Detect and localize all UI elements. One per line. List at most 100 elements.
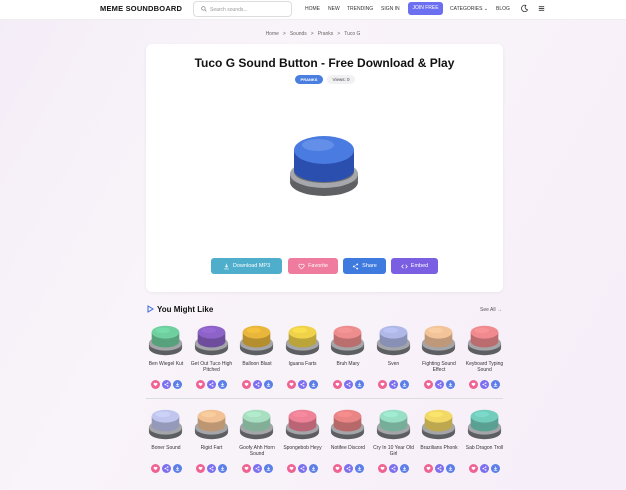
page-title: Tuco G Sound Button - Free Download & Pl…	[194, 56, 455, 70]
favorite-icon[interactable]	[332, 464, 342, 473]
share-button[interactable]: Share	[343, 258, 386, 274]
favorite-icon[interactable]	[469, 464, 478, 473]
download-icon[interactable]	[400, 380, 409, 389]
download-icon[interactable]	[218, 380, 227, 389]
sound-button[interactable]	[147, 407, 184, 442]
sound-actions	[281, 380, 325, 389]
sound-button[interactable]	[238, 407, 275, 442]
share-icon[interactable]	[434, 464, 444, 473]
share-icon[interactable]	[252, 464, 262, 473]
download-mp3-button[interactable]: Download MP3	[211, 258, 282, 274]
share-icon[interactable]	[161, 464, 171, 473]
search-input[interactable]	[210, 4, 288, 15]
sound-button[interactable]	[420, 323, 457, 358]
embed-button[interactable]: Embed	[391, 258, 438, 274]
sound-play-button[interactable]	[288, 134, 360, 202]
favorite-icon[interactable]	[332, 380, 342, 389]
related-sound-item: Fighting Sound Effect	[417, 323, 461, 395]
download-icon[interactable]	[263, 380, 273, 389]
share-icon[interactable]	[389, 464, 398, 473]
sound-button[interactable]	[284, 407, 321, 442]
download-icon[interactable]	[172, 380, 182, 389]
menu-icon[interactable]	[537, 4, 546, 13]
favorite-icon[interactable]	[196, 380, 205, 389]
sound-button[interactable]	[329, 407, 366, 442]
download-icon[interactable]	[354, 380, 364, 389]
sound-button[interactable]	[375, 407, 412, 442]
breadcrumb-home[interactable]: Home	[266, 31, 279, 37]
sound-button[interactable]	[329, 323, 366, 358]
sound-actions	[326, 380, 370, 389]
categories-label: CATEGORIES	[450, 6, 483, 12]
share-icon[interactable]	[389, 380, 398, 389]
download-label: Download MP3	[232, 263, 271, 269]
sound-button[interactable]	[466, 407, 503, 442]
download-icon[interactable]	[491, 380, 500, 389]
favorite-icon[interactable]	[287, 380, 296, 389]
nav-home[interactable]: HOME	[305, 6, 320, 12]
sound-button[interactable]	[284, 323, 321, 358]
join-free-button[interactable]: JOIN FREE	[408, 2, 443, 15]
sound-label: Fighting Sound Effect	[422, 361, 456, 373]
share-label: Share	[362, 263, 377, 269]
breadcrumb-pranks[interactable]: Pranks	[318, 31, 334, 37]
share-icon[interactable]	[252, 380, 262, 389]
sound-label: Brazilians Phonk	[420, 445, 458, 451]
see-all-link[interactable]: See All →	[480, 307, 502, 313]
download-icon[interactable]	[172, 464, 182, 473]
download-icon[interactable]	[218, 464, 227, 473]
sound-actions	[281, 464, 325, 473]
share-icon[interactable]	[343, 464, 353, 473]
download-icon[interactable]	[400, 464, 409, 473]
breadcrumb-sounds[interactable]: Sounds	[290, 31, 307, 37]
download-icon[interactable]	[263, 464, 273, 473]
download-icon[interactable]	[309, 464, 318, 473]
nav-trending[interactable]: TRENDING	[347, 6, 373, 12]
download-icon[interactable]	[445, 464, 455, 473]
share-icon[interactable]	[207, 464, 216, 473]
download-icon[interactable]	[445, 380, 455, 389]
sound-button[interactable]	[193, 407, 230, 442]
sound-button[interactable]	[466, 323, 503, 358]
favorite-icon[interactable]	[287, 464, 296, 473]
nav-new[interactable]: NEW	[328, 6, 340, 12]
sound-button[interactable]	[375, 323, 412, 358]
code-icon	[400, 264, 408, 268]
related-sound-item: Brazilians Phonk	[417, 407, 461, 479]
favorite-icon[interactable]	[241, 380, 251, 389]
categories-dropdown[interactable]: CATEGORIES ⌄	[450, 6, 488, 12]
share-icon[interactable]	[298, 380, 307, 389]
sound-button[interactable]	[420, 407, 457, 442]
share-icon[interactable]	[161, 380, 171, 389]
moon-icon[interactable]	[520, 4, 529, 13]
share-icon[interactable]	[298, 464, 307, 473]
favorite-icon[interactable]	[469, 380, 478, 389]
share-icon[interactable]	[480, 464, 489, 473]
favorite-icon[interactable]	[150, 464, 160, 473]
download-icon[interactable]	[309, 380, 318, 389]
favorite-icon[interactable]	[241, 464, 251, 473]
share-icon[interactable]	[434, 380, 444, 389]
favorite-button[interactable]: Favorite	[288, 258, 338, 274]
favorite-icon[interactable]	[150, 380, 160, 389]
favorite-icon[interactable]	[378, 380, 387, 389]
favorite-icon[interactable]	[423, 380, 433, 389]
category-badge[interactable]: PRANKS	[295, 75, 323, 84]
sound-button[interactable]	[238, 323, 275, 358]
share-icon[interactable]	[480, 380, 489, 389]
favorite-icon[interactable]	[378, 464, 387, 473]
sound-button[interactable]	[147, 323, 184, 358]
favorite-icon[interactable]	[196, 464, 205, 473]
share-icon[interactable]	[343, 380, 353, 389]
nav-blog[interactable]: BLOG	[496, 6, 510, 12]
download-icon[interactable]	[491, 464, 500, 473]
sound-button[interactable]	[193, 323, 230, 358]
favorite-icon[interactable]	[423, 464, 433, 473]
nav-sign-in[interactable]: SIGN IN	[381, 6, 400, 12]
download-icon[interactable]	[354, 464, 364, 473]
sound-label: Rigid Fart	[200, 445, 223, 451]
share-icon[interactable]	[207, 380, 216, 389]
site-logo[interactable]: MEME SOUNDBOARD	[100, 4, 182, 13]
sound-label: Keyboard Typing Sound	[465, 361, 504, 373]
search-box[interactable]	[193, 1, 292, 17]
